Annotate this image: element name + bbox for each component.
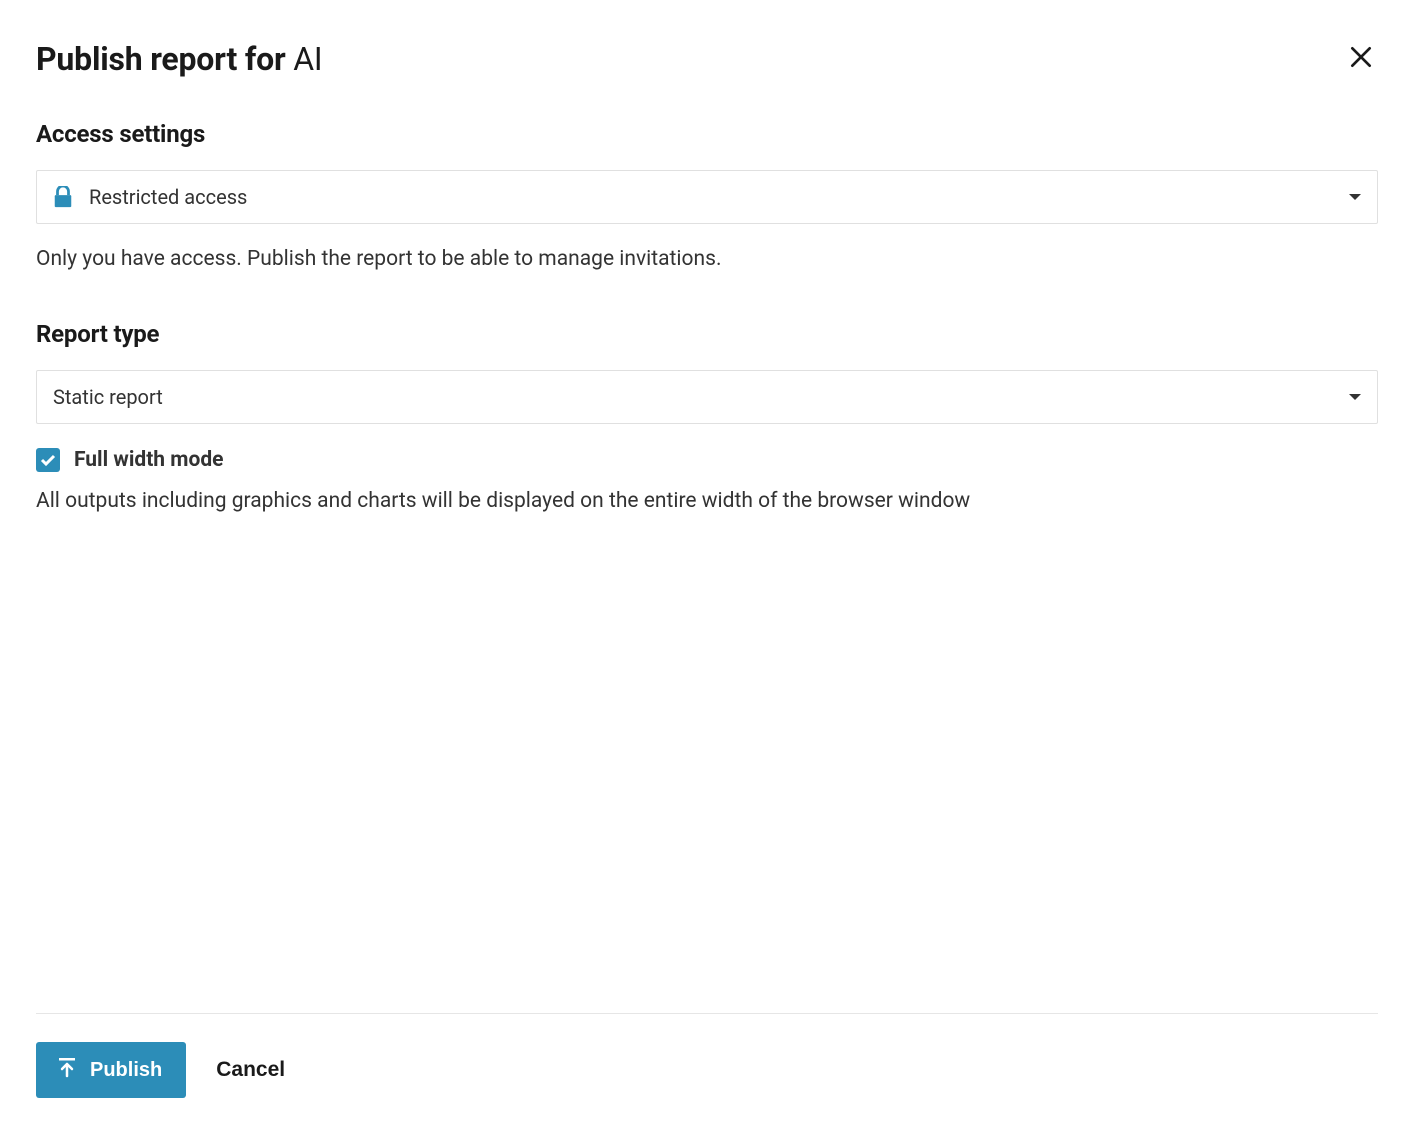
publish-dialog: Publish report for AI Access settings (0, 0, 1414, 1134)
title-subject: AI (293, 40, 322, 78)
access-select-value: Restricted access (89, 185, 247, 209)
access-select[interactable]: Restricted access (36, 170, 1378, 224)
chevron-down-icon (1349, 193, 1361, 201)
title-prefix: Publish report for (36, 40, 293, 78)
close-icon (1348, 44, 1374, 73)
check-icon (40, 453, 56, 467)
close-button[interactable] (1344, 40, 1378, 77)
dialog-title: Publish report for AI (36, 40, 322, 78)
dialog-footer: Publish Cancel (36, 1013, 1378, 1134)
access-help-text: Only you have access. Publish the report… (36, 244, 1378, 276)
report-type-select-left: Static report (53, 385, 163, 409)
full-width-description: All outputs including graphics and chart… (36, 486, 1378, 518)
full-width-checkbox[interactable] (36, 448, 60, 472)
cancel-button[interactable]: Cancel (216, 1058, 285, 1082)
chevron-down-icon (1349, 393, 1361, 401)
publish-button-label: Publish (90, 1059, 162, 1082)
access-section-title: Access settings (36, 120, 1378, 148)
full-width-label[interactable]: Full width mode (74, 448, 224, 472)
report-type-value: Static report (53, 385, 163, 409)
report-type-select[interactable]: Static report (36, 370, 1378, 424)
publish-button[interactable]: Publish (36, 1042, 186, 1098)
report-type-title: Report type (36, 320, 1378, 348)
upload-icon (56, 1056, 78, 1084)
full-width-checkbox-row: Full width mode (36, 448, 1378, 472)
report-type-section: Report type Static report Full width (36, 320, 1378, 518)
access-select-left: Restricted access (53, 185, 247, 209)
access-settings-section: Access settings Restricted access (36, 120, 1378, 276)
lock-icon (53, 186, 73, 208)
dialog-header: Publish report for AI (36, 40, 1378, 78)
dialog-body: Access settings Restricted access (36, 120, 1378, 1013)
